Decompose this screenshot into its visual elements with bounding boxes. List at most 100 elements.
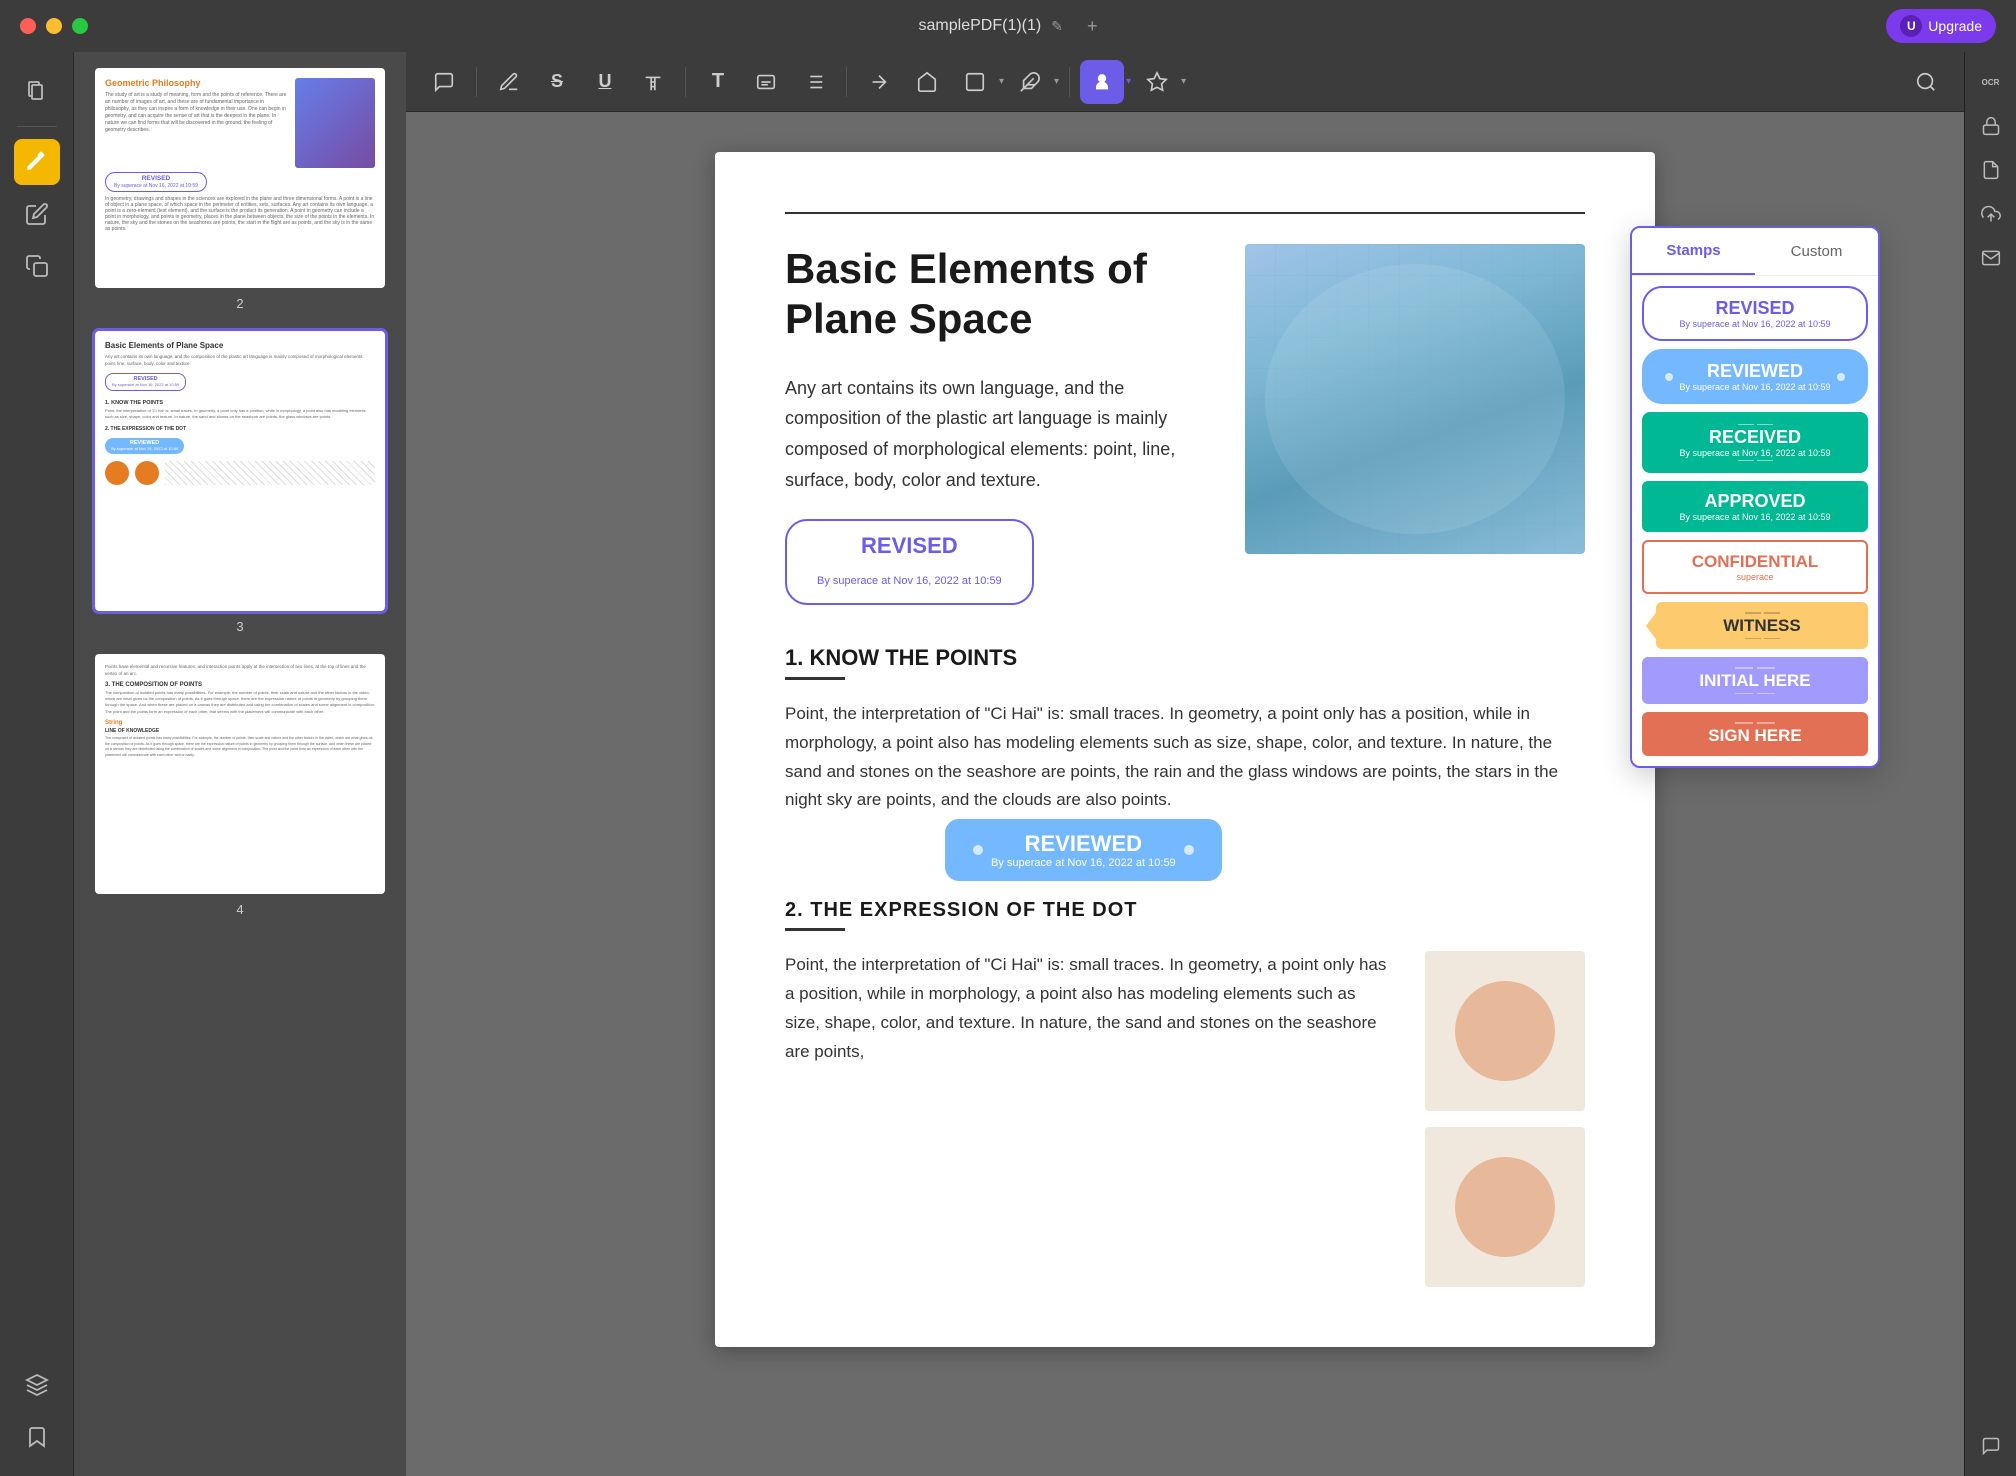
strikethrough-tool-button[interactable]: S [535, 60, 579, 104]
sidebar-item-layers[interactable] [14, 1362, 60, 1408]
thumbnail-page-2[interactable]: Geometric Philosophy The study of art is… [95, 68, 385, 288]
maximize-button[interactable] [72, 18, 88, 34]
document-title: samplePDF(1)(1) [919, 17, 1042, 35]
mail-icon[interactable] [1973, 240, 2009, 276]
stamp-panel-tabs: Stamps Custom [1632, 228, 1878, 276]
section2-underline [785, 928, 845, 931]
stamp-reviewed-content: REVIEWED By superace at Nov 16, 2022 at … [1679, 361, 1830, 392]
stamp-confidential-sub: superace [1658, 572, 1852, 582]
revised-stamp-sub: By superace at Nov 16, 2022 at 10:59 [817, 575, 1002, 587]
stamps-tab[interactable]: Stamps [1632, 228, 1755, 275]
textbox-tool-button[interactable] [744, 60, 788, 104]
rectangle-tool-button[interactable] [953, 60, 997, 104]
shape-tool-button[interactable] [905, 60, 949, 104]
stamp-revised-item[interactable]: REVISED By superace at Nov 16, 2022 at 1… [1642, 286, 1868, 341]
document-title: Basic Elements ofPlane Space [785, 244, 1215, 345]
stamp-approved-main: APPROVED [1656, 491, 1854, 512]
thumb-label-2: 2 [236, 296, 243, 311]
stamp-tool-button[interactable] [1080, 60, 1124, 104]
pen-tool-button[interactable] [487, 60, 531, 104]
stamp-received-main: RECEIVED [1658, 427, 1852, 448]
thumbnail-page-3[interactable]: Basic Elements of Plane Space Any art co… [95, 331, 385, 611]
reviewed-stamp-on-page[interactable]: REVIEWED By superace at Nov 16, 2022 at … [945, 819, 1222, 881]
text-format-tool-button[interactable] [631, 60, 675, 104]
search-tool-button[interactable] [1904, 60, 1948, 104]
revised-stamp-main: REVISED [861, 533, 958, 558]
custom-tab[interactable]: Custom [1755, 228, 1878, 275]
list-tool-button[interactable] [792, 60, 836, 104]
thumbnail-page-4[interactable]: Points have elemental and recursive feat… [95, 654, 385, 894]
ocr-icon[interactable]: OCR [1973, 64, 2009, 100]
title-area: samplePDF(1)(1) ✎ + [919, 16, 1098, 37]
thumbnail-panel: Geometric Philosophy The study of art is… [74, 52, 406, 1476]
stamp-received-item[interactable]: RECEIVED By superace at Nov 16, 2022 at … [1642, 412, 1868, 473]
stamp-initial-main: INITIAL HERE [1656, 671, 1854, 691]
line-tool-button[interactable] [857, 60, 901, 104]
stamp-witness-main: WITNESS [1670, 616, 1854, 636]
thumb-label-3: 3 [236, 619, 243, 634]
pdf-protect-icon[interactable] [1973, 108, 2009, 144]
stamp-reviewed-item[interactable]: REVIEWED By superace at Nov 16, 2022 at … [1642, 349, 1868, 404]
stamp-dropdown-arrow[interactable]: ▾ [1126, 76, 1131, 87]
toolbar-divider-2 [685, 67, 686, 97]
comment-tool-button[interactable] [422, 60, 466, 104]
section1-underline [785, 677, 845, 680]
upgrade-button[interactable]: U Upgrade [1886, 9, 1996, 43]
reviewed-dot-right [1837, 373, 1845, 381]
stamp-initial-here-item[interactable]: INITIAL HERE [1642, 657, 1868, 704]
stamp-approved-item[interactable]: APPROVED By superace at Nov 16, 2022 at … [1642, 481, 1868, 532]
thumb-label-4: 4 [236, 902, 243, 917]
thumbnail-group-2: Geometric Philosophy The study of art is… [86, 68, 394, 311]
upgrade-label: Upgrade [1928, 18, 1982, 34]
section1-body: Point, the interpretation of "Ci Hai" is… [785, 700, 1585, 816]
sidebar-item-highlight[interactable] [14, 139, 60, 185]
stamp-sign-main: SIGN HERE [1656, 726, 1854, 746]
traffic-lights [20, 18, 88, 34]
underline-tool-button[interactable]: U [583, 60, 627, 104]
stamp-revised-main: REVISED [1658, 298, 1852, 319]
close-button[interactable] [20, 18, 36, 34]
sidebar-item-copy[interactable] [14, 243, 60, 289]
stamp-revised-sub: By superace at Nov 16, 2022 at 10:59 [1658, 319, 1852, 329]
pdf-export-icon[interactable] [1973, 152, 2009, 188]
stamp-list: REVISED By superace at Nov 16, 2022 at 1… [1632, 276, 1878, 766]
revised-stamp-on-page[interactable]: REVISED By superace at Nov 16, 2022 at 1… [785, 519, 1034, 605]
stamp-reviewed-main: REVIEWED [1679, 361, 1830, 382]
thumbnail-group-4: Points have elemental and recursive feat… [86, 654, 394, 917]
document-page: Basic Elements ofPlane Space Any art con… [715, 152, 1655, 1347]
comments-panel-icon[interactable] [1973, 1428, 2009, 1464]
draw-dropdown-arrow[interactable]: ▾ [1054, 76, 1059, 87]
sidebar-item-pages[interactable] [14, 68, 60, 114]
stamp-confidential-item[interactable]: CONFIDENTIAL superace [1642, 540, 1868, 594]
text-tool-button[interactable]: T [696, 60, 740, 104]
reviewed-stamp-dot-right [1184, 845, 1194, 855]
color-tool-button[interactable] [1135, 60, 1179, 104]
rectangle-dropdown-arrow[interactable]: ▾ [999, 76, 1004, 87]
draw-tool-button[interactable] [1008, 60, 1052, 104]
thumbnail-group-3: Basic Elements of Plane Space Any art co… [86, 331, 394, 634]
titlebar: samplePDF(1)(1) ✎ + U Upgrade [0, 0, 2016, 52]
right-strip: OCR [1964, 52, 2016, 1476]
stamp-sign-here-item[interactable]: SIGN HERE [1642, 712, 1868, 756]
toolbar: S U T [406, 52, 1964, 112]
stamp-confidential-main: CONFIDENTIAL [1658, 552, 1852, 572]
stamp-reviewed-sub: By superace at Nov 16, 2022 at 10:59 [1679, 382, 1830, 392]
edit-title-icon[interactable]: ✎ [1051, 18, 1063, 35]
upload-icon[interactable] [1973, 196, 2009, 232]
sidebar-item-edit[interactable] [14, 191, 60, 237]
stamp-approved-sub: By superace at Nov 16, 2022 at 10:59 [1656, 512, 1854, 522]
toolbar-divider-3 [846, 67, 847, 97]
toolbar-divider-1 [476, 67, 477, 97]
stamp-received-sub: By superace at Nov 16, 2022 at 10:59 [1658, 448, 1852, 458]
doc-rule-top [785, 212, 1585, 214]
toolbar-divider-4 [1069, 67, 1070, 97]
stamp-witness-item[interactable]: WITNESS [1656, 602, 1868, 649]
sidebar-divider-1 [17, 126, 57, 127]
add-tab-button[interactable]: + [1087, 16, 1098, 37]
document-intro: Any art contains its own language, and t… [785, 373, 1215, 495]
section1-heading: 1. KNOW THE POINTS [785, 645, 1585, 671]
color-dropdown-arrow[interactable]: ▾ [1181, 76, 1186, 87]
sidebar-item-bookmark[interactable] [14, 1414, 60, 1460]
minimize-button[interactable] [46, 18, 62, 34]
left-sidebar [0, 52, 74, 1476]
